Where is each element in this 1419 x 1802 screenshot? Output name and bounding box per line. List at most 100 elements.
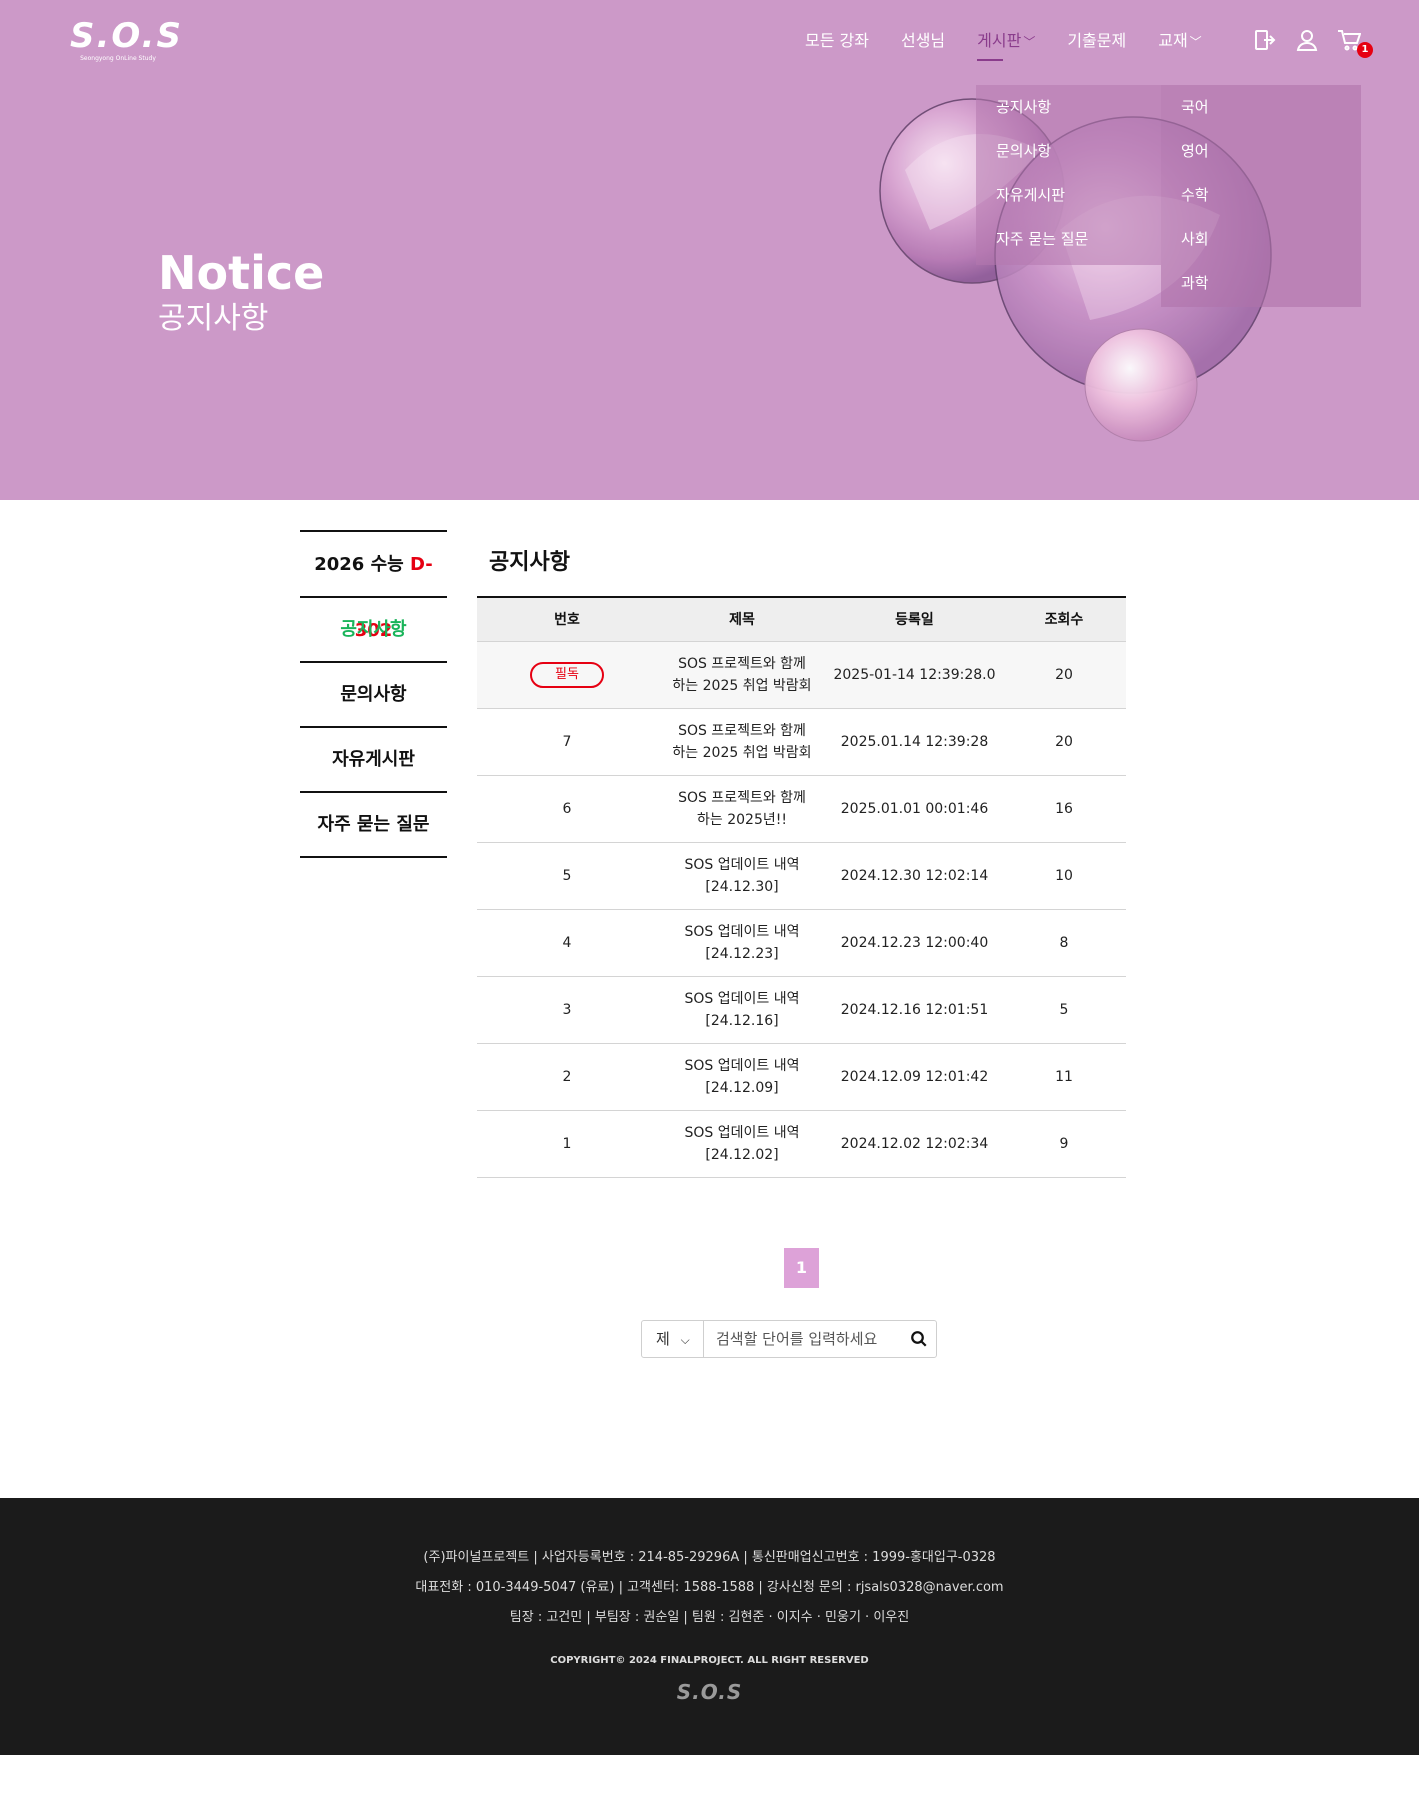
- row-views: 20: [1002, 708, 1126, 776]
- site-footer: (주)파이널프로젝트 | 사업자등록번호 : 214-85-29296A | 통…: [0, 1498, 1419, 1755]
- table-row[interactable]: 1 SOS 업데이트 내역 [24.12.02] 2024.12.02 12:02…: [477, 1110, 1126, 1178]
- search-icon[interactable]: [904, 1321, 934, 1357]
- row-title[interactable]: SOS 프로젝트와 함께하는 2025년!!: [657, 775, 827, 843]
- footer-company-info: (주)파이널프로젝트 | 사업자등록번호 : 214-85-29296A | 통…: [423, 1550, 996, 1565]
- must-read-badge: 필독: [530, 661, 604, 688]
- nav-label: 게시판: [977, 31, 1022, 50]
- nav-all-courses[interactable]: 모든 강좌: [805, 28, 869, 55]
- row-title[interactable]: SOS 업데이트 내역 [24.12.16]: [657, 976, 827, 1044]
- hero-banner: S.O.S Seongyong OnLine Study 모든 강좌 선생님 게…: [0, 0, 1419, 500]
- title-line: 하는 2025년!!: [697, 811, 787, 828]
- dropdown-item-korean[interactable]: 국어: [1161, 85, 1361, 129]
- table-row[interactable]: 7 SOS 프로젝트와 함께 하는 2025 취업 박람회 2025.01.14 …: [477, 708, 1126, 776]
- notice-content: 공지사항 번호 제목 등록일 조회수 필독 SOS 프로젝트와 함께 하는 202…: [477, 530, 1126, 1178]
- row-title[interactable]: SOS 업데이트 내역 [24.12.23]: [657, 909, 827, 977]
- column-header-number: 번호: [477, 597, 657, 642]
- dday-label: 2026 수능: [314, 554, 404, 575]
- row-number: 7: [477, 708, 657, 776]
- row-date: 2025.01.01 00:01:46: [827, 775, 1002, 843]
- search-input[interactable]: [704, 1321, 904, 1357]
- chevron-down-icon: ﹀: [1189, 35, 1202, 49]
- table-row[interactable]: 5 SOS 업데이트 내역 [24.12.30] 2024.12.30 12:02…: [477, 842, 1126, 910]
- cart-count-badge: 1: [1357, 42, 1373, 58]
- title-line: SOS 프로젝트와 함께: [678, 655, 806, 672]
- logo-text: S.O.S: [70, 16, 183, 56]
- dropdown-item-faq[interactable]: 자주 묻는 질문: [976, 217, 1161, 261]
- dropdown-item-free-board[interactable]: 자유게시판: [976, 173, 1161, 217]
- footer-team-info: 팀장 : 고건민 | 부팀장 : 권순일 | 팀원 : 김현준 · 이지수 · …: [509, 1610, 910, 1625]
- title-line: SOS 업데이트 내역: [684, 923, 800, 940]
- page-title: 공지사항: [489, 550, 570, 575]
- row-number: 2: [477, 1043, 657, 1111]
- sidebar-item-free-board[interactable]: 자유게시판: [300, 728, 447, 793]
- row-number: 3: [477, 976, 657, 1044]
- dropdown-item-science[interactable]: 과학: [1161, 261, 1361, 305]
- hero-title-ko: 공지사항: [158, 301, 269, 336]
- hero-title-en: Notice: [158, 246, 325, 300]
- site-logo[interactable]: S.O.S Seongyong OnLine Study: [70, 16, 183, 68]
- row-title[interactable]: SOS 업데이트 내역 [24.12.30]: [657, 842, 827, 910]
- exam-dday: 2026 수능 D-302: [300, 530, 447, 641]
- footer-copyright: COPYRIGHT© 2024 FINALPROJECT. ALL RIGHT …: [550, 1655, 869, 1666]
- title-line: 하는 2025 취업 박람회: [672, 677, 812, 694]
- title-line: [24.12.16]: [705, 1012, 779, 1029]
- row-date: 2025-01-14 12:39:28.0: [827, 641, 1002, 709]
- dropdown-item-social[interactable]: 사회: [1161, 217, 1361, 261]
- row-title[interactable]: SOS 업데이트 내역 [24.12.09]: [657, 1043, 827, 1111]
- chevron-down-icon: ⌵: [680, 1333, 690, 1347]
- cart-icon[interactable]: 1: [1337, 28, 1373, 58]
- sidebar-item-faq[interactable]: 자주 묻는 질문: [300, 793, 447, 858]
- search-bar: 제 ⌵: [641, 1320, 937, 1358]
- dropdown-item-inquiry[interactable]: 문의사항: [976, 129, 1161, 173]
- row-views: 11: [1002, 1043, 1126, 1111]
- title-line: [24.12.23]: [705, 945, 779, 962]
- hero-title: Notice 공지사항: [158, 245, 324, 337]
- nav-label: 모든 강좌: [805, 31, 869, 50]
- row-number: 6: [477, 775, 657, 843]
- nav-past-exams[interactable]: 기출문제: [1067, 28, 1126, 55]
- footer-logo: S.O.S: [676, 1680, 743, 1704]
- nav-board[interactable]: 게시판 ﹀: [977, 28, 1035, 61]
- title-line: SOS 프로젝트와 함께: [678, 789, 806, 806]
- utility-icons: 1: [1253, 28, 1373, 58]
- table-row[interactable]: 2 SOS 업데이트 내역 [24.12.09] 2024.12.09 12:01…: [477, 1043, 1126, 1111]
- title-line: SOS 업데이트 내역: [684, 1124, 800, 1141]
- sidebar-item-inquiry[interactable]: 문의사항: [300, 663, 447, 728]
- nav-textbooks[interactable]: 교재 ﹀: [1158, 28, 1201, 55]
- title-line: 하는 2025 취업 박람회: [672, 744, 812, 761]
- main-nav: 모든 강좌 선생님 게시판 ﹀ 기출문제 교재 ﹀: [805, 28, 1234, 61]
- column-header-date: 등록일: [827, 597, 1002, 642]
- textbook-dropdown: 국어 영어 수학 사회 과학: [1161, 85, 1361, 307]
- row-date: 2024.12.09 12:01:42: [827, 1043, 1002, 1111]
- row-date: 2024.12.02 12:02:34: [827, 1110, 1002, 1178]
- row-title[interactable]: SOS 업데이트 내역 [24.12.02]: [657, 1110, 827, 1178]
- title-line: [24.12.02]: [705, 1146, 779, 1163]
- table-row[interactable]: 3 SOS 업데이트 내역 [24.12.16] 2024.12.16 12:01…: [477, 976, 1126, 1044]
- row-views: 10: [1002, 842, 1126, 910]
- row-views: 9: [1002, 1110, 1126, 1178]
- table-row[interactable]: 필독 SOS 프로젝트와 함께하는 2025 취업 박람회 2025-01-14…: [477, 641, 1126, 709]
- row-views: 20: [1002, 641, 1126, 709]
- page-button-current[interactable]: 1: [784, 1248, 819, 1288]
- dropdown-item-english[interactable]: 영어: [1161, 129, 1361, 173]
- row-title[interactable]: SOS 프로젝트와 함께 하는 2025 취업 박람회: [657, 708, 827, 776]
- logout-icon[interactable]: [1253, 28, 1277, 54]
- row-title[interactable]: SOS 프로젝트와 함께하는 2025 취업 박람회: [657, 641, 827, 709]
- user-icon[interactable]: [1295, 28, 1319, 54]
- table-row[interactable]: 6 SOS 프로젝트와 함께하는 2025년!! 2025.01.01 00:0…: [477, 775, 1126, 843]
- dropdown-item-math[interactable]: 수학: [1161, 173, 1361, 217]
- nav-teachers[interactable]: 선생님: [901, 28, 945, 55]
- dropdown-item-notice[interactable]: 공지사항: [976, 85, 1161, 129]
- notice-table: 번호 제목 등록일 조회수 필독 SOS 프로젝트와 함께 하는 2025 취업 …: [477, 596, 1126, 1178]
- row-number: 4: [477, 909, 657, 977]
- row-views: 5: [1002, 976, 1126, 1044]
- table-row[interactable]: 4 SOS 업데이트 내역 [24.12.23] 2024.12.23 12:00…: [477, 909, 1126, 977]
- row-date: 2024.12.16 12:01:51: [827, 976, 1002, 1044]
- search-select-value: 제: [656, 1330, 670, 1348]
- sidebar: 2026 수능 D-302 공지사항 문의사항 자유게시판 자주 묻는 질문: [300, 530, 447, 858]
- search-field-select[interactable]: 제 ⌵: [642, 1321, 704, 1357]
- nav-label: 선생님: [900, 31, 946, 50]
- column-header-title: 제목: [657, 597, 827, 642]
- sidebar-item-notice[interactable]: 공지사항: [300, 598, 447, 663]
- row-views: 16: [1002, 775, 1126, 843]
